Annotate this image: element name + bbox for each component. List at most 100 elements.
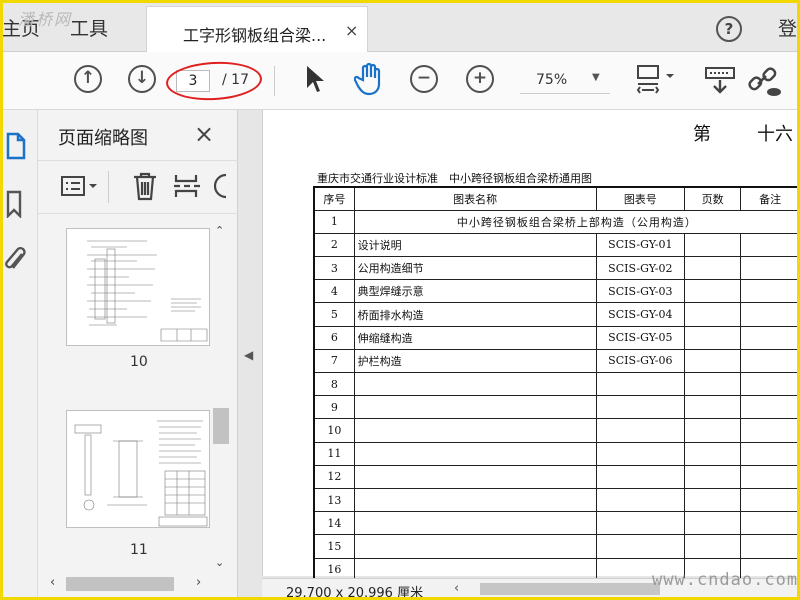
chevron-up-icon[interactable]: ⌃ (215, 224, 224, 237)
tab-document[interactable]: 工字形钢板组合梁... × (146, 6, 368, 52)
drawing-code (595, 464, 686, 489)
table-row: 5 桥面排水构造 SCIS-GY-04 (313, 302, 800, 327)
help-icon[interactable]: ? (716, 16, 742, 42)
options-menu-icon[interactable] (60, 175, 100, 203)
column-header: 图表号 (595, 186, 686, 211)
chevron-down-icon: ▼ (592, 72, 600, 83)
drawing-code: SCIS-GY-06 (595, 348, 686, 374)
main-toolbar: ↑ ↓ 3 / 17 − + 75% ▼ (0, 52, 800, 110)
drawing-name (353, 371, 597, 397)
drawing-name (353, 511, 597, 536)
table-row: 11 (313, 441, 800, 466)
page-thumbnails-icon[interactable] (4, 132, 28, 168)
table-row: 2 设计说明 SCIS-GY-01 (313, 232, 800, 258)
close-icon[interactable]: × (345, 21, 358, 40)
zoom-out-icon[interactable]: − (410, 65, 438, 93)
share-link-icon[interactable] (746, 64, 782, 102)
previous-page-icon[interactable]: ↑ (74, 65, 102, 93)
drawing-name (353, 534, 597, 559)
thumbnails-horizontal-scrollbar[interactable]: ‹ › (40, 574, 236, 594)
note-cell (740, 395, 800, 420)
next-page-icon[interactable]: ↓ (128, 65, 156, 93)
row-number: 15 (313, 534, 355, 559)
chevron-down-icon[interactable]: ⌄ (215, 556, 224, 569)
drawing-name: 护栏构造 (353, 348, 597, 374)
watermark-site: www.cndao.com (652, 570, 799, 590)
drawing-name: 设计说明 (353, 232, 597, 258)
toolbar-divider (274, 66, 275, 96)
drawing-code: SCIS-GY-01 (595, 232, 686, 258)
tab-document-title: 工字形钢板组合梁... (183, 26, 327, 45)
drawing-name (353, 464, 597, 489)
drawing-code (595, 534, 686, 559)
drawing-code (595, 511, 686, 536)
table-row: 8 (313, 371, 800, 397)
close-panel-icon[interactable]: × (194, 120, 214, 148)
note-cell (740, 256, 800, 281)
thumbnail-page-10[interactable] (66, 228, 210, 346)
left-rail (0, 110, 38, 600)
page-count-cell (683, 395, 742, 420)
section-title: 中小跨径钢板组合梁桥上部构造（公用构造） (353, 209, 800, 234)
row-number: 10 (313, 418, 355, 443)
annotation-ellipse (165, 59, 263, 103)
attachment-icon[interactable] (4, 244, 28, 280)
row-number: 7 (313, 348, 355, 374)
tab-tools[interactable]: 工具 (70, 14, 108, 41)
zoom-value: 75% (536, 72, 568, 88)
horizontal-scrollbar[interactable] (480, 583, 660, 595)
scroll-mode-icon[interactable] (704, 66, 736, 102)
scrollbar-thumb[interactable] (213, 408, 229, 444)
page-count-cell (683, 348, 742, 374)
thumbnail-page-11[interactable] (66, 410, 210, 528)
collapse-panel-icon[interactable]: ◀ (244, 348, 253, 362)
page-count-cell (683, 302, 742, 327)
page-count-cell (683, 232, 742, 258)
zoom-select[interactable]: 75% ▼ (520, 68, 610, 94)
chevron-left-icon[interactable]: ‹ (454, 581, 459, 596)
table-row: 10 (313, 418, 800, 443)
fit-page-icon[interactable] (636, 64, 676, 102)
scrollbar-thumb[interactable] (66, 577, 174, 591)
document-viewport[interactable]: ◀ 第 十六 重庆市交通行业设计标准 中小跨径钢板组合梁桥通用图 序号 图表名称… (238, 110, 800, 600)
login-link[interactable]: 登 (778, 14, 797, 41)
drawing-index-table: 序号 图表名称 图表号 页数 备注 1 中小跨径钢板组合梁桥上部构造（公用构造）… (313, 186, 800, 583)
note-cell (740, 302, 800, 327)
row-number: 13 (313, 487, 355, 513)
rotate-icon[interactable] (213, 171, 232, 205)
select-cursor-icon[interactable] (304, 64, 326, 98)
thumbnails-toolbar (38, 160, 238, 214)
row-number: 8 (313, 371, 355, 397)
note-cell (740, 534, 800, 559)
column-header: 备注 (740, 186, 800, 211)
drawing-code (595, 418, 686, 443)
delete-icon[interactable] (132, 171, 158, 205)
table-row: 9 (313, 395, 800, 420)
row-number: 3 (313, 256, 355, 281)
extract-page-icon[interactable] (172, 171, 202, 205)
note-cell (740, 371, 800, 397)
tab-bar: 主页 潘桥网 工具 工字形钢板组合梁... × ? 登 (0, 0, 800, 52)
zoom-in-icon[interactable]: + (466, 65, 494, 93)
row-number: 9 (313, 395, 355, 420)
page-count-cell (683, 256, 742, 281)
drawing-name: 典型焊缝示意 (353, 279, 597, 304)
thumbnails-vertical-scrollbar[interactable]: ⌃ ⌄ (210, 222, 232, 578)
hand-tool-icon[interactable] (353, 62, 386, 100)
row-number: 2 (313, 232, 355, 258)
bookmark-icon[interactable] (4, 190, 24, 224)
page-count-cell (683, 511, 742, 536)
document-page: 第 十六 重庆市交通行业设计标准 中小跨径钢板组合梁桥通用图 序号 图表名称 图… (262, 110, 800, 583)
row-number: 6 (313, 325, 355, 350)
table-row: 7 护栏构造 SCIS-GY-06 (313, 348, 800, 374)
note-cell (740, 511, 800, 536)
table-row: 6 伸缩缝构造 SCIS-GY-05 (313, 325, 800, 350)
drawing-name (353, 487, 597, 513)
thumbnails-panel: 页面缩略图 × 10 11 ⌃ ⌄ (38, 110, 238, 600)
column-header: 图表名称 (353, 186, 597, 211)
table-row: 15 (313, 534, 800, 559)
page-header-prefix: 第 (693, 124, 711, 145)
chevron-left-icon[interactable]: ‹ (50, 575, 55, 590)
drawing-code: SCIS-GY-05 (595, 325, 686, 350)
chevron-right-icon[interactable]: › (196, 575, 201, 590)
